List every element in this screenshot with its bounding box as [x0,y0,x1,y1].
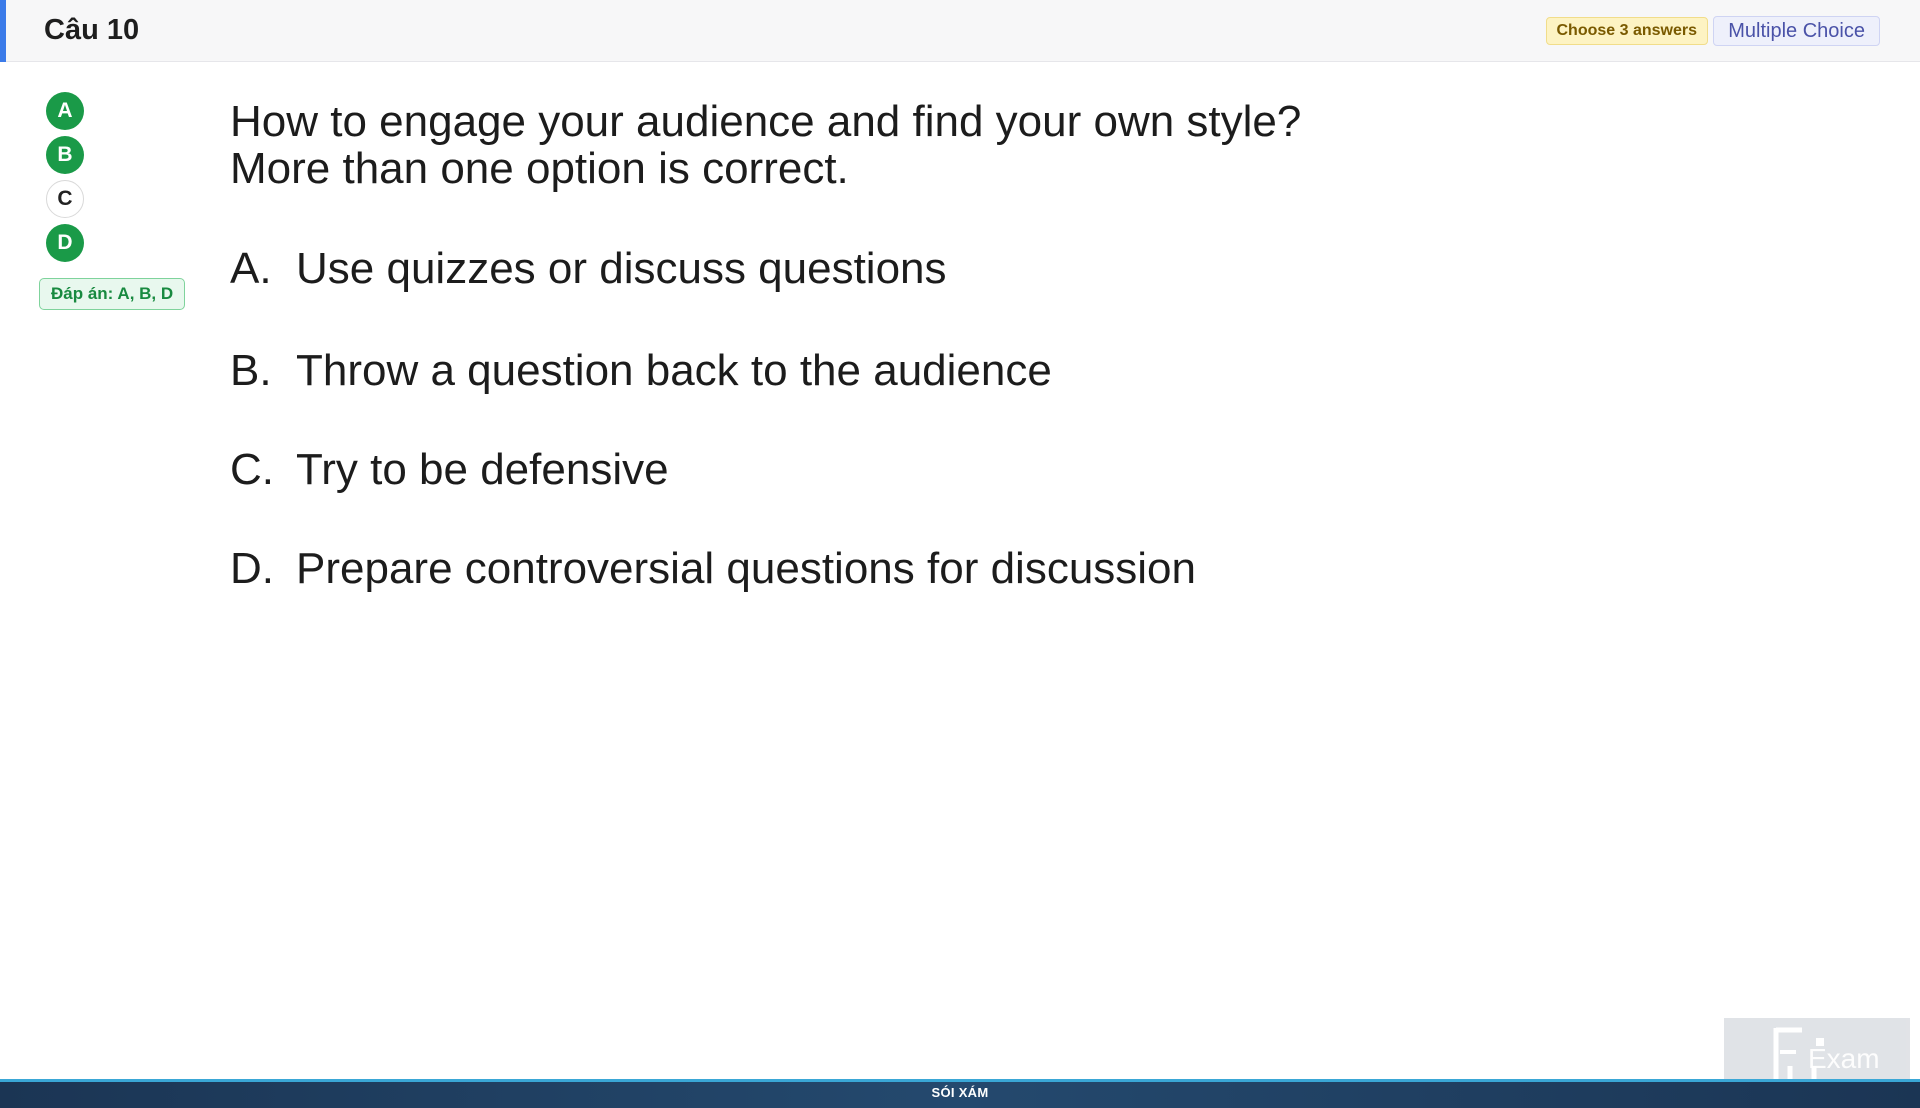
choice-d: D. Prepare controversial questions for di… [230,544,1196,594]
question-line-2: More than one option is correct. [230,144,849,193]
choice-a: A. Use quizzes or discuss questions [230,244,947,294]
choice-a-text: Use quizzes or discuss questions [296,244,947,293]
choice-d-letter: D. [230,544,274,593]
choice-c: C. Try to be defensive [230,445,669,495]
choose-count-badge: Choose 3 answers [1545,17,1708,45]
question-line-1: How to engage your audience and find you… [230,97,1302,146]
choice-b: B. Throw a question back to the audience [230,346,1052,396]
footer-label: SÓI XÁM [931,1085,989,1100]
option-a-indicator[interactable]: A [46,92,84,130]
choice-b-letter: B. [230,346,272,395]
question-header: Câu 10 Choose 3 answers Multiple Choice [0,0,1920,62]
choice-c-letter: C. [230,445,274,494]
choice-d-text: Prepare controversial questions for disc… [296,544,1197,593]
svg-text:Exam: Exam [1808,1043,1880,1074]
footer-bar: SÓI XÁM [0,1079,1920,1108]
option-b-indicator[interactable]: B [46,136,84,174]
choice-a-letter: A. [230,244,272,293]
choice-c-text: Try to be defensive [296,445,669,494]
choice-b-text: Throw a question back to the audience [296,346,1052,395]
question-type-badge: Multiple Choice [1713,16,1880,46]
header-accent-bar [0,0,6,62]
correct-answer-badge: Đáp án: A, B, D [39,278,186,310]
exam-question-page: Câu 10 Choose 3 answers Multiple Choice … [0,0,1920,1108]
question-number-title: Câu 10 [44,14,140,46]
option-d-indicator[interactable]: D [46,224,84,262]
option-c-indicator[interactable]: C [46,180,84,218]
question-text: How to engage your audience and find you… [230,98,1301,192]
